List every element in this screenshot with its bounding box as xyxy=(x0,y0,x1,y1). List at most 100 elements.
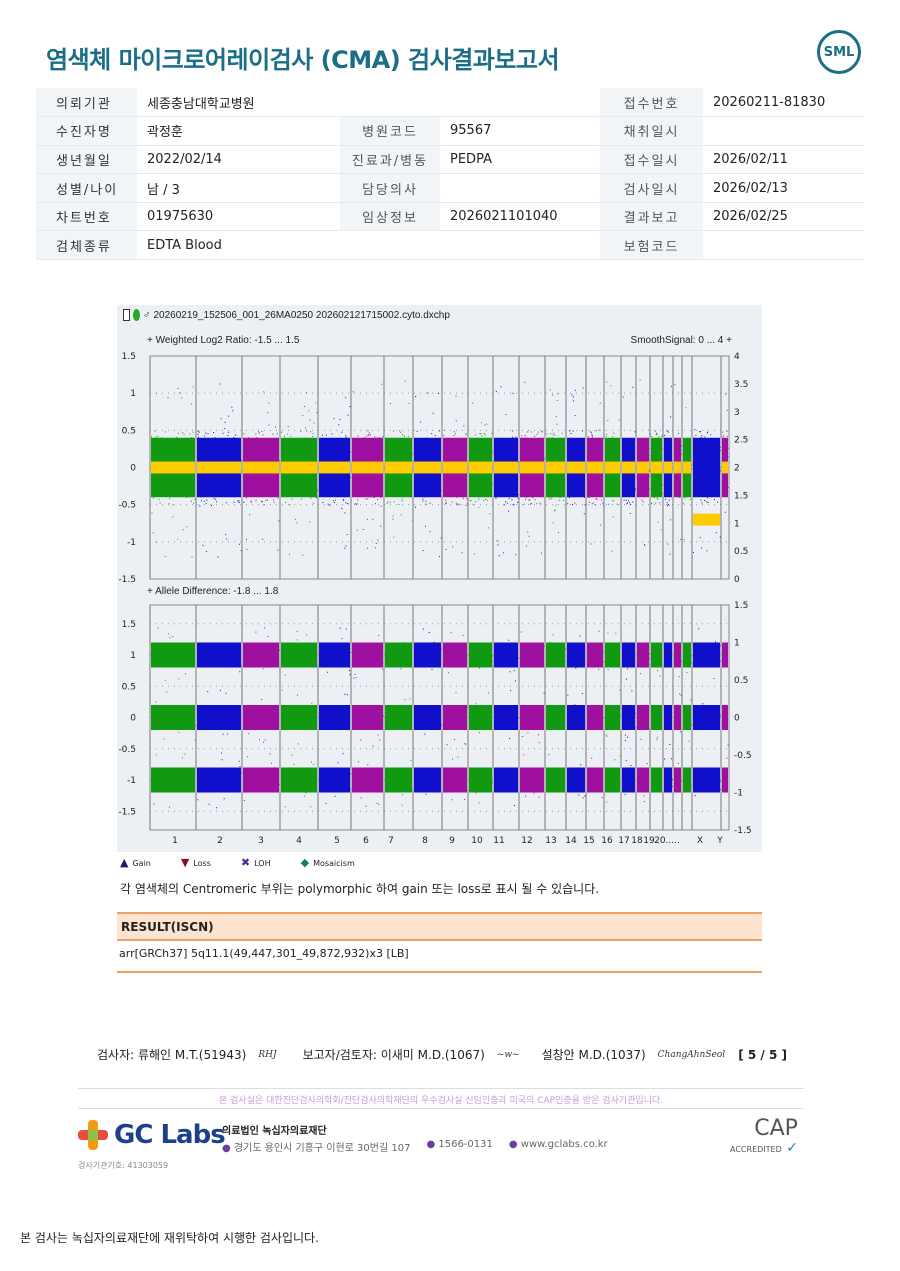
chart-svg: 1.510.50-0.5-1-1.543.532.521.510.501.510… xyxy=(118,352,751,846)
tester-signature: RHJ xyxy=(258,1049,277,1060)
y-tick-label: -1.5 xyxy=(118,807,136,817)
chromosome-label: 4 xyxy=(296,836,302,846)
allele-band xyxy=(605,767,620,793)
allele-band xyxy=(664,767,672,793)
smooth-signal xyxy=(469,461,492,474)
y2-tick-label: 1 xyxy=(734,639,740,649)
legend-icon: ◆ xyxy=(300,856,310,869)
contact-info: ● 경기도 용인시 기흥구 이현로 30번길 107 ● 1566-0131 ●… xyxy=(222,1139,608,1154)
info-label: 보험코드 xyxy=(600,230,703,261)
allele-band xyxy=(352,642,383,668)
smooth-signal xyxy=(243,461,279,474)
allele-band xyxy=(587,642,603,668)
allele-band xyxy=(637,767,649,793)
smooth-signal xyxy=(151,461,195,474)
info-value: 01975630 xyxy=(137,202,340,232)
smooth-signal xyxy=(722,461,728,474)
allele-band xyxy=(520,705,544,730)
legend-icon: ✖ xyxy=(240,856,251,869)
y2-tick-label: 3 xyxy=(734,408,740,418)
allele-band xyxy=(674,767,681,793)
foundation-name: 의료법인 녹십자의료재단 xyxy=(222,1126,327,1137)
info-value: 20260211-81830 xyxy=(703,88,864,118)
allele-band xyxy=(319,705,350,730)
chromosome-label: 11 xyxy=(493,836,504,846)
y-tick-label: 1 xyxy=(130,389,136,399)
chromosome-label: Y xyxy=(716,836,723,846)
y2-tick-label: 4 xyxy=(734,352,740,362)
allele-band xyxy=(546,642,565,668)
allele-band xyxy=(622,705,635,730)
y2-tick-label: 0.5 xyxy=(734,676,748,686)
reporter: 보고자/검토자: 이새미 M.D.(1067) xyxy=(302,1048,485,1062)
allele-band xyxy=(385,642,412,668)
chromosome-label: 6 xyxy=(363,836,369,846)
chromosome-label: 9 xyxy=(449,836,455,846)
info-label: 성별/나이 xyxy=(36,173,137,203)
y2-tick-label: 1.5 xyxy=(734,491,748,501)
info-label: 임상정보 xyxy=(340,202,440,232)
outsourcing-note: 본 검사는 녹십자의료재단에 재위탁하여 시행한 검사입니다. xyxy=(20,1231,319,1245)
allele-band xyxy=(319,642,350,668)
allele-band xyxy=(605,642,620,668)
chart-legend: ▲ Gain ▼ Loss ✖ LOH ◆ Mosaicism xyxy=(120,856,355,869)
allele-band xyxy=(683,767,691,793)
allele-band xyxy=(443,767,467,793)
smooth-signal xyxy=(587,461,603,474)
reporter-signature: ~w~ xyxy=(496,1049,520,1060)
allele-band xyxy=(443,642,467,668)
chromosome-label: 20..... xyxy=(654,836,680,846)
info-value xyxy=(703,116,864,146)
y2-tick-label: 0 xyxy=(734,575,740,585)
y-tick-label: 1 xyxy=(130,651,136,661)
allele-band xyxy=(567,642,585,668)
cap-logo: CAP ACCREDITED ✓ xyxy=(730,1116,798,1157)
y-tick-label: -1 xyxy=(127,538,136,548)
chromosome-label: 12 xyxy=(521,836,532,846)
allele-band xyxy=(281,767,317,793)
info-value xyxy=(703,230,864,261)
y-tick-label: 1.5 xyxy=(122,352,136,362)
smooth-signal xyxy=(637,461,649,474)
footer-divider xyxy=(78,1108,804,1109)
info-label: 결과보고 xyxy=(600,202,703,232)
website-link[interactable]: www.gclabs.co.kr xyxy=(521,1139,608,1150)
info-label: 차트번호 xyxy=(36,202,137,232)
y-tick-label: 0 xyxy=(130,464,136,474)
allele-band xyxy=(683,642,691,668)
allele-band xyxy=(385,767,412,793)
allele-band xyxy=(637,642,649,668)
result-divider xyxy=(117,971,762,973)
info-value: 2022/02/14 xyxy=(137,145,340,175)
legend-icon: ▼ xyxy=(180,856,190,869)
allele-band xyxy=(567,767,585,793)
cma-chart: ♂ 20260219_152506_001_26MA0250 202602121… xyxy=(117,305,762,852)
y-tick-label: -1.5 xyxy=(118,575,136,585)
legend-item: ▼ Loss xyxy=(180,856,211,869)
allele-band xyxy=(674,642,681,668)
y-tick-label: -0.5 xyxy=(118,745,136,755)
y-tick-label: 0.5 xyxy=(122,682,136,692)
chromosome-label: 2 xyxy=(217,836,223,846)
allele-band xyxy=(664,642,672,668)
allele-band xyxy=(520,642,544,668)
chromosome-label: 5 xyxy=(334,836,340,846)
allele-band xyxy=(651,705,662,730)
y2-tick-label: 2.5 xyxy=(734,436,748,446)
footer-divider xyxy=(78,1088,804,1089)
allele-band xyxy=(587,767,603,793)
y-tick-label: 0.5 xyxy=(122,426,136,436)
chromosome-label: X xyxy=(697,836,703,846)
allele-band xyxy=(469,767,492,793)
allele-band xyxy=(197,705,241,730)
y2-tick-label: 1.5 xyxy=(734,601,748,611)
chromosome-label: 13 xyxy=(545,836,556,846)
smooth-signal xyxy=(319,461,350,474)
y2-tick-label: 2 xyxy=(734,464,740,474)
allele-band xyxy=(414,705,441,730)
y-tick-label: 0 xyxy=(130,714,136,724)
info-label: 담당의사 xyxy=(340,173,440,203)
smooth-signal xyxy=(567,461,585,474)
info-label: 접수번호 xyxy=(600,88,703,118)
info-row: 검체종류 EDTA Blood 보험코드 xyxy=(36,230,864,261)
